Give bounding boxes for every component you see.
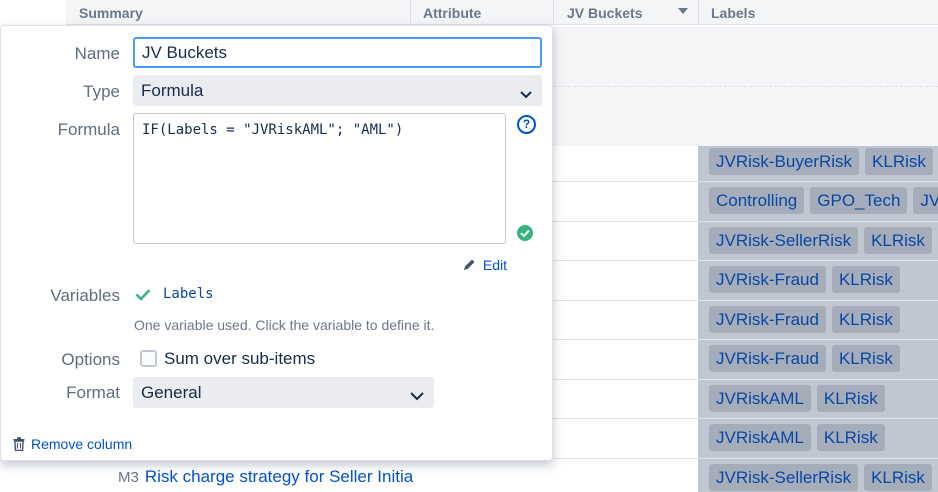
label-tag[interactable]: JVI <box>913 187 938 214</box>
issue-summary-link[interactable]: Risk charge strategy for Seller Initia <box>145 467 413 486</box>
row-divider <box>553 300 938 301</box>
header-divider <box>553 0 554 25</box>
column-header-labels[interactable]: Labels <box>698 0 938 25</box>
label-tags-row: JVRisk-SellerRisk KLRisk <box>709 227 938 257</box>
column-header-jv-buckets[interactable]: JV Buckets <box>553 0 698 25</box>
check-icon <box>135 289 151 301</box>
column-editor-popup: Name Type Formula Formula IF(Labels = "J… <box>0 25 553 461</box>
row-divider <box>553 379 938 380</box>
label-tags-row: JVRisk-BuyerRisk KLRisk <box>709 148 938 178</box>
label-tags-row: JVRiskAML KLRisk <box>709 424 891 454</box>
label-tags-row: JVRisk-Fraud KLRisk <box>709 345 906 375</box>
remove-column-label: Remove column <box>31 436 133 452</box>
label-tag[interactable]: JVRisk-BuyerRisk <box>709 148 860 175</box>
type-select[interactable]: Formula <box>133 75 542 106</box>
label-tag[interactable]: JVRisk-Fraud <box>709 345 826 372</box>
label-tag[interactable]: JVRisk-Fraud <box>709 266 826 293</box>
issue-key: M3 <box>118 469 139 486</box>
sum-over-sub-items-label[interactable]: Sum over sub-items <box>164 349 315 369</box>
name-label: Name <box>74 44 120 63</box>
chevron-down-icon <box>520 84 532 104</box>
column-header-summary-label: Summary <box>79 5 143 21</box>
label-tags-row: JVRisk-SellerRiskKLRiskp <box>709 464 938 492</box>
format-select[interactable]: General <box>133 377 434 408</box>
label-tag[interactable]: GPO_Tech <box>810 187 908 214</box>
formula-label: Formula <box>57 120 120 139</box>
type-select-value: Formula <box>141 81 204 100</box>
row-divider <box>553 418 938 419</box>
table-row[interactable]: M3 Risk charge strategy for Seller Initia <box>118 467 413 487</box>
label-tag[interactable]: KLRisk <box>831 345 900 372</box>
label-tag[interactable]: KLRisk <box>831 306 900 333</box>
remove-column-button[interactable]: Remove column <box>13 436 132 452</box>
column-name-input[interactable] <box>133 37 542 68</box>
label-tag[interactable]: JVRiskAML <box>709 424 811 451</box>
column-header-jv-buckets-label: JV Buckets <box>567 5 643 21</box>
column-header-summary[interactable]: Summary <box>66 0 410 25</box>
label-tag[interactable]: KLRisk <box>865 148 933 175</box>
edit-label: Edit <box>482 257 508 273</box>
label-tag[interactable]: JVRisk-SellerRisk <box>709 464 859 491</box>
label-tags-row: JVRisk-Fraud KLRisk <box>709 306 906 336</box>
format-select-value: General <box>141 383 202 402</box>
label-tag[interactable]: KLRisk <box>864 464 932 491</box>
label-tag[interactable]: JVRisk-SellerRisk <box>709 227 859 254</box>
label-tags-row: JVRisk-Fraud KLRisk <box>709 266 906 296</box>
label-tag[interactable]: KLRisk <box>864 227 932 254</box>
label-tag[interactable]: KLRisk <box>831 266 900 293</box>
format-label: Format <box>66 383 120 402</box>
options-label: Options <box>61 350 120 369</box>
column-header-attribute[interactable]: Attribute <box>410 0 553 25</box>
formula-text: IF(Labels = "JVRiskAML"; "AML") <box>142 122 404 138</box>
check-circle-icon <box>517 225 533 241</box>
edit-formula-link[interactable]: Edit <box>463 257 507 273</box>
chevron-down-icon <box>410 386 424 406</box>
label-tag[interactable]: JVRisk-Fraud <box>709 306 826 333</box>
sum-over-sub-items-checkbox[interactable] <box>140 350 157 367</box>
row-divider <box>553 260 938 261</box>
row-divider <box>553 339 938 340</box>
label-tags-row: ControllingGPO_TechJVI <box>709 187 938 217</box>
row-divider <box>553 181 938 182</box>
variable-labels-link[interactable]: Labels <box>163 286 214 302</box>
row-divider <box>553 458 938 459</box>
trash-icon <box>13 437 25 452</box>
header-divider <box>698 0 699 25</box>
column-header-attribute-label: Attribute <box>423 5 482 21</box>
help-glyph: ? <box>522 117 531 131</box>
type-label: Type <box>83 82 120 101</box>
label-tag[interactable]: Controlling <box>709 187 805 214</box>
row-divider <box>553 221 938 222</box>
variables-label: Variables <box>50 286 120 305</box>
header-divider <box>410 0 411 25</box>
group-divider <box>553 86 938 87</box>
caret-down-icon[interactable] <box>678 8 688 14</box>
question-circle-icon[interactable]: ? <box>517 115 536 134</box>
variables-hint: One variable used. Click the variable to… <box>134 317 435 333</box>
column-header-labels-label: Labels <box>711 5 756 21</box>
label-tag[interactable]: KLRisk <box>816 385 885 412</box>
label-tag[interactable]: KLRisk <box>816 424 885 451</box>
label-tags-row: JVRiskAML KLRisk <box>709 385 891 415</box>
pencil-icon <box>464 259 475 270</box>
formula-editor[interactable]: IF(Labels = "JVRiskAML"; "AML") <box>133 113 506 244</box>
label-tag[interactable]: JVRiskAML <box>709 385 811 412</box>
